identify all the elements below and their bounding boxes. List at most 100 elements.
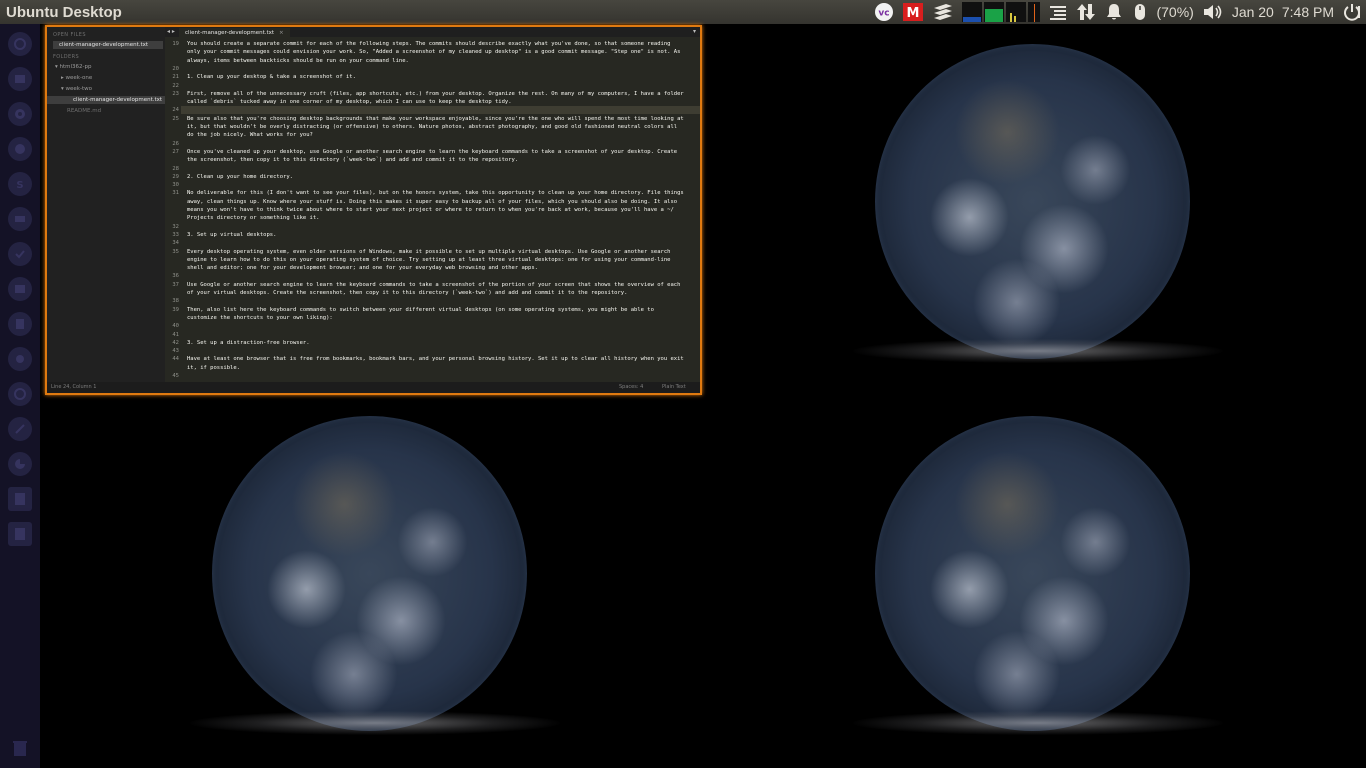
vc-icon[interactable]: vc (874, 0, 894, 24)
m-indicator-icon[interactable]: M (902, 0, 924, 24)
text-line[interactable]: Be sure also that you're choosing deskto… (187, 115, 684, 123)
line-number: 25 (172, 115, 179, 122)
usage-icon[interactable] (8, 452, 32, 476)
trash-icon[interactable] (8, 736, 32, 760)
folder-week-two[interactable]: ▾ week-two (61, 86, 92, 92)
text-line[interactable]: You should create a separate commit for … (187, 40, 670, 48)
text-line[interactable]: it, if possible. (187, 364, 240, 372)
text-line[interactable]: No deliverable for this (I don't want to… (187, 189, 684, 197)
line-number: 22 (172, 82, 179, 89)
desktop-2-wallpaper[interactable] (703, 24, 1366, 396)
text-line[interactable]: called `debris` tucked away in one corne… (187, 98, 512, 106)
drive-icon[interactable] (8, 487, 32, 511)
ice-shelf-image (853, 711, 1223, 735)
text-line[interactable]: Every desktop operating system, even old… (187, 248, 670, 256)
files-icon[interactable] (8, 67, 32, 91)
line-number: 19 (172, 41, 179, 47)
text-editing-area[interactable]: You should create a separate commit for … (181, 37, 700, 382)
folder-week-one[interactable]: ▸ week-one (61, 75, 92, 81)
notification-bell-icon[interactable] (1104, 0, 1124, 24)
line-number: 45 (172, 373, 179, 379)
line-number-gutter: 19 20 21 22 23 24 25 26 27 28 29 30 31 32 33 34 35 36 37 38… (165, 37, 181, 382)
terminal-icon[interactable] (8, 277, 32, 301)
text-line[interactable]: away, clean things up. Know where your s… (187, 198, 677, 206)
app-icon[interactable] (8, 347, 32, 371)
text-line[interactable]: Projects directory or something like it. (187, 214, 319, 222)
text-line[interactable]: First, remove all of the unnecessary cru… (187, 90, 684, 98)
app-icon[interactable] (8, 312, 32, 336)
text-line[interactable]: do the job nicely. What works for you? (187, 131, 313, 139)
menu-list-icon[interactable] (1048, 0, 1068, 24)
text-line[interactable]: the screenshot, then copy it to this dir… (187, 156, 518, 164)
line-number: 27 (172, 148, 179, 155)
text-line[interactable]: 3. Set up a distraction-free browser. (187, 339, 310, 347)
cursor-position: Line 24, Column 1 (51, 384, 97, 390)
text-line[interactable]: customize the shortcuts to your own liki… (187, 314, 333, 322)
volume-icon[interactable] (1202, 0, 1224, 24)
mouse-battery-icon[interactable] (1132, 0, 1148, 24)
text-line[interactable]: always, items between backticks should b… (187, 57, 409, 65)
line-number: 35 (172, 248, 179, 255)
chrome-icon[interactable] (8, 102, 32, 126)
text-editor-icon[interactable] (8, 242, 32, 266)
ice-shelf-image (853, 339, 1223, 363)
settings-icon[interactable] (8, 382, 32, 406)
drive-icon[interactable] (8, 522, 32, 546)
text-line[interactable]: of your virtual desktops. Create the scr… (187, 289, 627, 297)
svg-text:S: S (16, 180, 23, 191)
disk-icon[interactable] (8, 417, 32, 441)
svg-text:M: M (907, 6, 920, 21)
line-number: 20 (172, 65, 179, 72)
layers-icon[interactable] (932, 0, 954, 24)
line-number: 41 (172, 331, 179, 338)
text-line[interactable]: it, but that wouldn't be overly distract… (187, 123, 677, 131)
open-file-item[interactable]: client-manager-development.txt (53, 41, 163, 49)
current-line-highlight (181, 106, 700, 115)
text-line[interactable]: only your commit messages could envision… (187, 48, 680, 56)
close-icon[interactable]: × (279, 30, 284, 36)
tab-nav-arrows-icon[interactable]: ◂ ▸ (167, 28, 175, 35)
folder-root[interactable]: ▾ html362-pp (55, 64, 92, 70)
text-line[interactable]: 3. Set up virtual desktops. (187, 231, 276, 239)
date-label[interactable]: Jan 20 (1232, 0, 1274, 24)
sublime-icon[interactable]: S (8, 172, 32, 196)
editor-window[interactable]: OPEN FILES client-manager-development.tx… (45, 25, 702, 395)
line-number: 23 (172, 90, 179, 97)
text-line[interactable]: shell and editor; one for your developme… (187, 264, 538, 272)
dash-icon[interactable] (8, 32, 32, 56)
tab-dropdown-icon[interactable]: ▾ (693, 28, 696, 35)
text-line[interactable]: Then, also list here the keyboard comman… (187, 306, 654, 314)
text-line[interactable]: means you won't have to think twice abou… (187, 206, 674, 214)
battery-percentage[interactable]: (70%) (1156, 0, 1193, 24)
line-number: 42 (172, 339, 179, 346)
text-line[interactable]: 2. Clean up your home directory. (187, 173, 293, 181)
syntax-setting[interactable]: Plain Text (662, 384, 686, 390)
tab-client-manager[interactable]: client-manager-development.txt × (179, 28, 290, 37)
line-number: 36 (172, 273, 179, 280)
line-number: 39 (172, 306, 179, 313)
desktop-4-wallpaper[interactable] (703, 396, 1366, 768)
indicator-area: vc M (70%) Jan 20 7:48 PM (870, 0, 1366, 24)
desktop-3-wallpaper[interactable] (40, 396, 703, 768)
time-label[interactable]: 7:48 PM (1282, 0, 1334, 24)
line-number: 34 (172, 240, 179, 247)
power-icon[interactable] (1342, 0, 1362, 24)
text-line[interactable]: engine to learn how to do this on your o… (187, 256, 670, 264)
line-number: 37 (172, 281, 179, 288)
skype-icon[interactable] (8, 207, 32, 231)
text-line[interactable]: Once you've cleaned up your desktop, use… (187, 148, 677, 156)
text-line[interactable]: Have at least one browser that is free f… (187, 355, 684, 363)
tab-label: client-manager-development.txt (185, 29, 275, 36)
indentation-setting[interactable]: Spaces: 4 (619, 384, 643, 390)
file-selected[interactable]: client-manager-development.txt (47, 96, 165, 104)
network-arrows-icon[interactable] (1076, 0, 1096, 24)
text-line[interactable]: Use Google or another search engine to l… (187, 281, 680, 289)
firefox-icon[interactable] (8, 137, 32, 161)
file-readme[interactable]: README.md (67, 108, 101, 114)
line-number: 30 (172, 182, 179, 189)
ice-shelf-image (190, 711, 560, 735)
editor-sidebar: OPEN FILES client-manager-development.tx… (47, 27, 165, 393)
text-line[interactable]: 1. Clean up your desktop & take a screen… (187, 73, 356, 81)
system-monitor-icon[interactable] (962, 0, 1041, 24)
line-number: 43 (172, 348, 179, 355)
